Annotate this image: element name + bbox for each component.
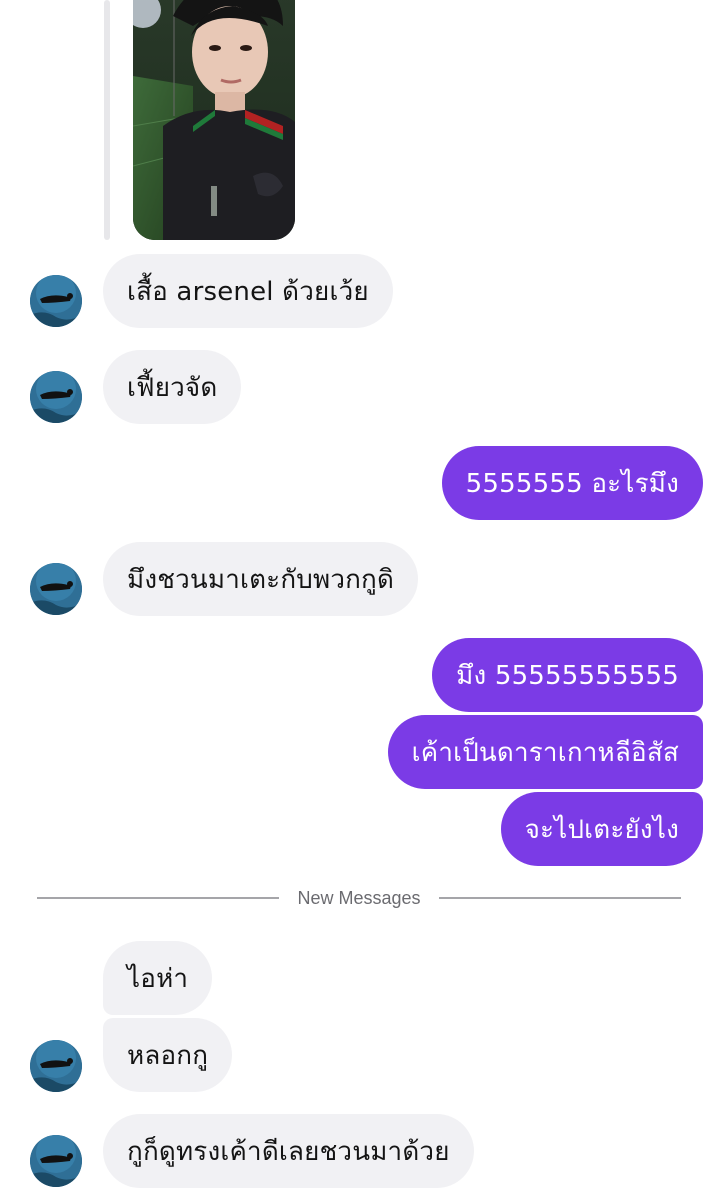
divider-line-right — [438, 897, 682, 899]
message-bubble-incoming[interactable]: มึงชวนมาเตะกับพวกกูดิ — [103, 542, 419, 616]
diver-avatar-icon — [30, 371, 82, 423]
message-text: เค้าเป็นดาราเกาหลีอิสัส — [411, 737, 679, 768]
divider-line-left — [37, 897, 280, 899]
shared-photo-image — [133, 0, 295, 240]
message-bubble-outgoing[interactable]: มึง 55555555555 — [432, 638, 703, 712]
message-text: มึงชวนมาเตะกับพวกกูดิ — [127, 564, 395, 595]
new-messages-divider: New Messages — [37, 884, 682, 912]
message-text: 5555555 อะไรมึง — [465, 468, 679, 499]
message-bubble-outgoing[interactable]: จะไปเตะยังไง — [500, 792, 703, 866]
message-bubble-incoming[interactable]: เสื้อ arsenel ด้วยเว้ย — [103, 254, 393, 328]
reply-indicator-bar — [104, 0, 110, 240]
message-text: มึง 55555555555 — [456, 660, 679, 691]
sender-avatar[interactable] — [30, 1135, 82, 1187]
new-messages-label: New Messages — [297, 887, 421, 908]
message-bubble-incoming[interactable]: หลอกกู — [103, 1018, 233, 1092]
message-text: เสื้อ arsenel ด้วยเว้ย — [127, 276, 369, 307]
sender-avatar[interactable] — [30, 371, 82, 423]
message-bubble-incoming[interactable]: ไอห่า — [103, 941, 213, 1015]
diver-avatar-icon — [30, 1135, 82, 1187]
message-text: เฟี้ยวจัด — [127, 372, 218, 403]
diver-avatar-icon — [30, 563, 82, 615]
diver-avatar-icon — [30, 275, 82, 327]
message-text: ไอห่า — [127, 963, 189, 994]
diver-avatar-icon — [30, 1040, 82, 1092]
message-text: กูก็ดูทรงเค้าดีเลยชวนมาด้วย — [127, 1136, 450, 1167]
message-text: จะไปเตะยังไง — [524, 814, 679, 845]
sender-avatar[interactable] — [30, 563, 82, 615]
shared-photo[interactable] — [133, 0, 295, 240]
message-text: หลอกกู — [127, 1040, 209, 1071]
message-bubble-outgoing[interactable]: 5555555 อะไรมึง — [441, 446, 703, 520]
message-bubble-incoming[interactable]: เฟี้ยวจัด — [103, 350, 242, 424]
sender-avatar[interactable] — [30, 275, 82, 327]
sender-avatar[interactable] — [30, 1040, 82, 1092]
message-bubble-outgoing[interactable]: เค้าเป็นดาราเกาหลีอิสัส — [387, 715, 703, 789]
message-bubble-incoming[interactable]: กูก็ดูทรงเค้าดีเลยชวนมาด้วย — [103, 1114, 474, 1188]
